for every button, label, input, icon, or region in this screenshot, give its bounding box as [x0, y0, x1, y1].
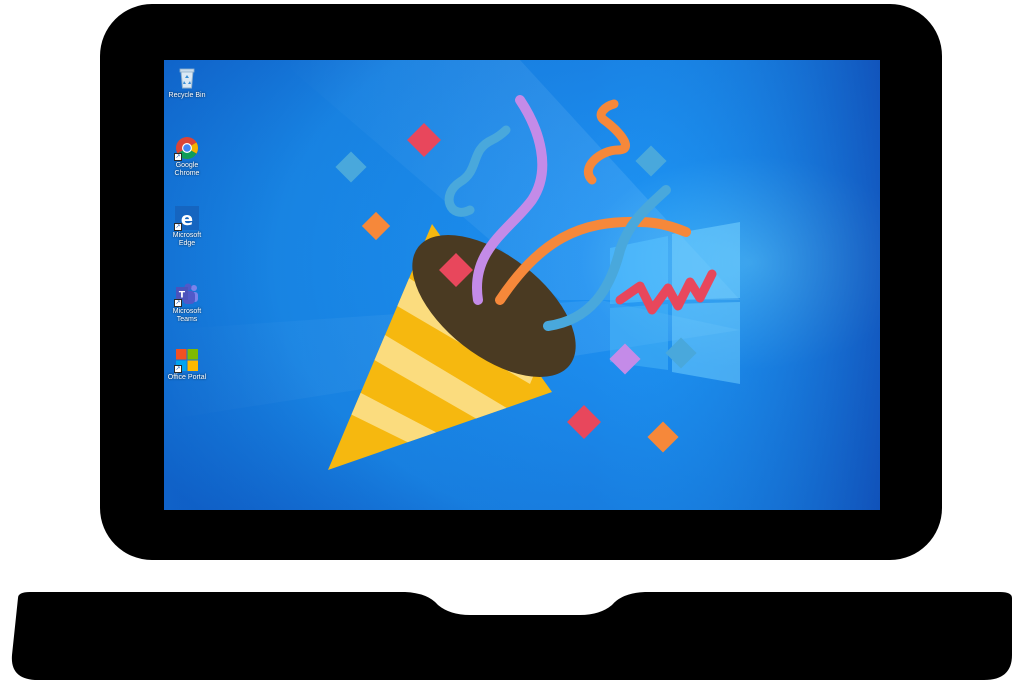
desktop-icon-label: Google Chrome [174, 162, 200, 177]
recycle-bin-icon [175, 66, 199, 90]
shortcut-arrow-icon: ↗ [174, 299, 182, 307]
chrome-icon: ↗ [174, 136, 199, 161]
desktop-icon-label: Microsoft Teams [172, 308, 202, 323]
desktop-icon-recycle-bin[interactable]: Recycle Bin [165, 66, 209, 100]
desktop-icon-microsoft-edge[interactable]: e ↗ Microsoft Edge [165, 206, 209, 248]
laptop-base [11, 592, 1013, 680]
shortcut-arrow-icon: ↗ [174, 153, 182, 161]
svg-text:e: e [181, 209, 193, 230]
laptop-illustration: Recycle Bin ↗ Google Chrome e ↗ Microsof… [0, 0, 1020, 682]
edge-icon: e ↗ [174, 206, 199, 231]
teams-icon: T ↗ [174, 282, 199, 307]
desktop-icon-office-portal[interactable]: ↗ Office Portal [165, 348, 209, 382]
desktop-icon-google-chrome[interactable]: ↗ Google Chrome [165, 136, 209, 178]
desktop-icon-label: Office Portal [167, 374, 207, 381]
laptop-graphic [11, 4, 1013, 680]
desktop-icon-microsoft-teams[interactable]: T ↗ Microsoft Teams [165, 282, 209, 324]
office-icon: ↗ [174, 348, 199, 373]
desktop-icon-label: Microsoft Edge [172, 232, 202, 247]
shortcut-arrow-icon: ↗ [174, 365, 182, 373]
desktop-icon-label: Recycle Bin [168, 92, 206, 99]
shortcut-arrow-icon: ↗ [174, 223, 182, 231]
